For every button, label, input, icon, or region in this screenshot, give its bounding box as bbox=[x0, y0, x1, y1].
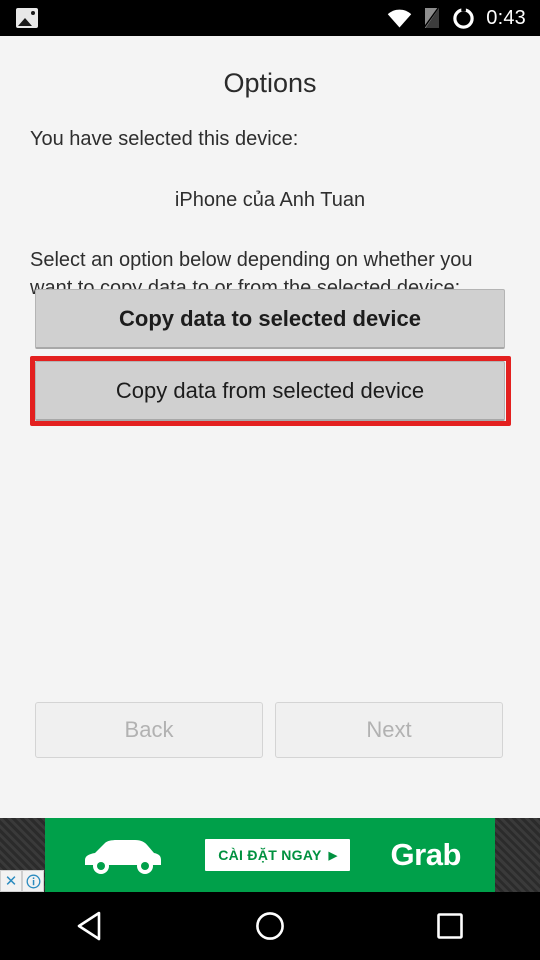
wifi-icon bbox=[387, 9, 412, 28]
ad-container: CÀI ĐẶT NGAY ▶ Grab ✕ bbox=[0, 818, 540, 892]
play-arrow-icon: ▶ bbox=[328, 849, 338, 862]
grab-ad-banner[interactable]: CÀI ĐẶT NGAY ▶ Grab bbox=[45, 818, 495, 892]
nav-recents-button[interactable] bbox=[405, 902, 495, 950]
ad-install-button[interactable]: CÀI ĐẶT NGAY ▶ bbox=[205, 839, 351, 871]
close-icon[interactable]: ✕ bbox=[0, 870, 22, 892]
ad-controls: ✕ bbox=[0, 870, 44, 892]
android-navigation-bar bbox=[0, 892, 540, 960]
next-button[interactable]: Next bbox=[275, 702, 503, 758]
page-title: Options bbox=[223, 68, 317, 98]
phone-screen: 0:43 Options You have selected this devi… bbox=[0, 0, 540, 960]
main-content: Options You have selected this device: i… bbox=[0, 36, 540, 818]
status-bar-clock: 0:43 bbox=[486, 6, 526, 29]
info-icon[interactable] bbox=[22, 870, 44, 892]
status-bar: 0:43 bbox=[0, 0, 540, 36]
ad-cta-label: CÀI ĐẶT NGAY bbox=[218, 847, 322, 863]
photo-notification-icon bbox=[16, 8, 38, 28]
selected-device-name: iPhone của Anh Tuan bbox=[174, 189, 366, 211]
copy-data-from-device-button[interactable]: Copy data from selected device bbox=[35, 361, 505, 421]
status-bar-notifications bbox=[16, 8, 38, 28]
sim-no-signal-icon bbox=[423, 7, 441, 29]
copy-data-to-device-button[interactable]: Copy data to selected device bbox=[35, 289, 505, 349]
car-icon bbox=[79, 834, 165, 876]
nav-back-button[interactable] bbox=[45, 902, 135, 950]
intro-text: You have selected this device: bbox=[30, 128, 299, 150]
nav-home-button[interactable] bbox=[225, 902, 315, 950]
status-bar-system-icons: 0:43 bbox=[387, 7, 526, 30]
grab-logo: Grab bbox=[390, 837, 462, 872]
back-button[interactable]: Back bbox=[35, 702, 263, 758]
battery-circle-icon bbox=[452, 6, 475, 30]
